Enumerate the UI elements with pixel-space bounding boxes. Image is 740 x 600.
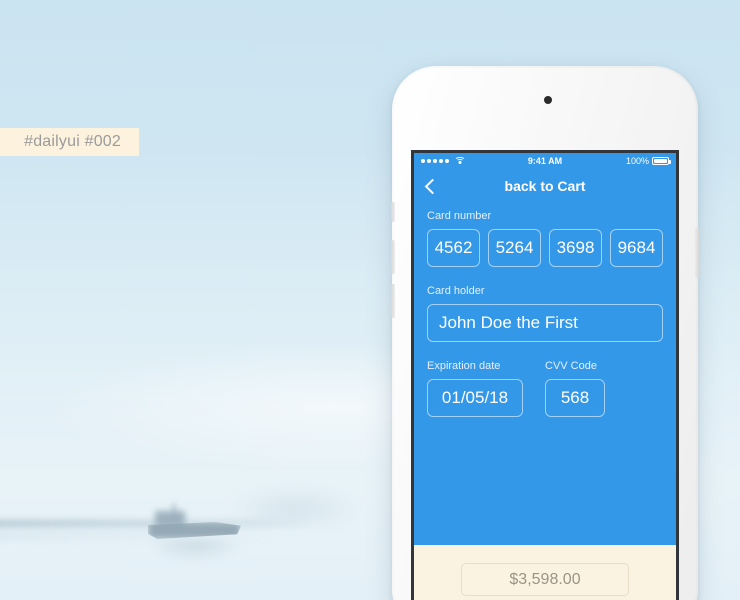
cvv-field-group: CVV Code 568 — [545, 360, 605, 417]
phone-body: 9:41 AM 100% back to Cart Card number 45… — [391, 68, 699, 600]
card-number-label: Card number — [427, 210, 492, 222]
card-number-input-3[interactable]: 3698 — [549, 229, 602, 267]
nav-title[interactable]: back to Cart — [414, 178, 676, 194]
pay-panel: $3,598.00 Pay Now — [414, 545, 676, 600]
navigation-bar: back to Cart — [414, 168, 676, 204]
card-number-input-4[interactable]: 9684 — [610, 229, 663, 267]
expiration-field-group: Expiration date 01/05/18 — [427, 360, 523, 417]
power-button[interactable] — [695, 228, 699, 278]
battery-icon — [652, 156, 671, 165]
status-bar: 9:41 AM 100% — [414, 153, 676, 168]
expiration-date-input[interactable]: 01/05/18 — [427, 379, 523, 417]
cvv-code-label: CVV Code — [545, 360, 597, 372]
iphone-mockup: 9:41 AM 100% back to Cart Card number 45… — [391, 66, 699, 600]
volume-up-button[interactable] — [391, 240, 395, 274]
card-number-input-2[interactable]: 5264 — [488, 229, 541, 267]
cvv-code-input[interactable]: 568 — [545, 379, 605, 417]
expiration-date-label: Expiration date — [427, 360, 501, 372]
total-amount-field[interactable]: $3,598.00 — [461, 563, 629, 596]
card-holder-label: Card holder — [427, 285, 485, 297]
phone-screen: 9:41 AM 100% back to Cart Card number 45… — [411, 150, 679, 600]
card-holder-input[interactable]: John Doe the First — [427, 304, 663, 342]
status-bar-clock: 9:41 AM — [527, 155, 563, 166]
ship-reflection — [150, 540, 240, 562]
horizon-line-secondary — [0, 534, 280, 538]
volume-down-button[interactable] — [391, 284, 395, 318]
distant-shore — [230, 485, 360, 525]
front-camera-icon — [544, 96, 552, 104]
dailyui-watermark: #dailyui #002 — [0, 128, 139, 156]
card-number-group: 4562 5264 3698 9684 — [427, 229, 663, 267]
expiry-cvv-row: Expiration date 01/05/18 CVV Code 568 — [427, 360, 663, 417]
silent-switch[interactable] — [391, 202, 395, 222]
card-number-input-1[interactable]: 4562 — [427, 229, 480, 267]
dailyui-watermark-label: #dailyui #002 — [24, 133, 121, 150]
payment-form: Card number 4562 5264 3698 9684 Card hol… — [414, 204, 676, 417]
